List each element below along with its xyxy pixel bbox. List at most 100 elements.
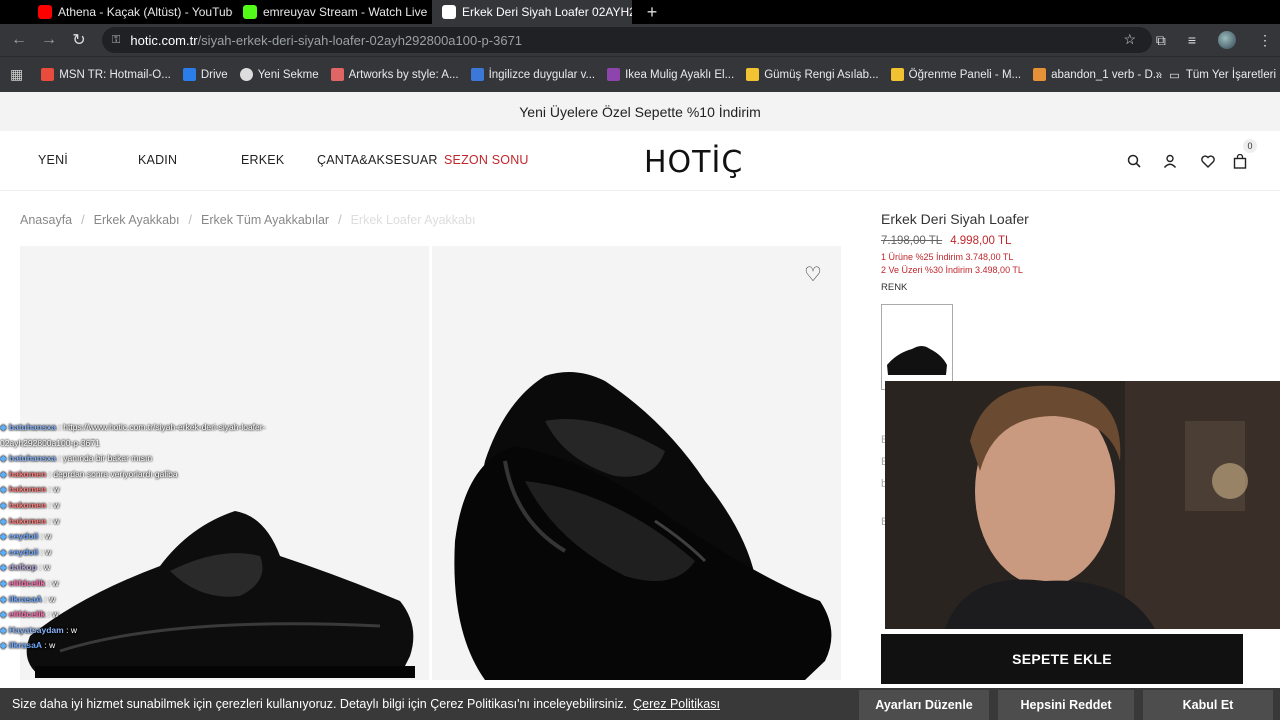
chat-username: elifdcelik bbox=[8, 609, 46, 620]
drive-icon bbox=[182, 68, 196, 81]
bookmarks-bar: ▦ MSN TR: Hotmail-O... Drive Yeni Sekme … bbox=[0, 56, 1280, 92]
kick-icon bbox=[243, 5, 257, 19]
browser-tab-youtube[interactable]: Athena - Kaçak (Altüst) - YouTube ✕ bbox=[28, 0, 233, 24]
youtube-icon bbox=[38, 5, 52, 19]
streamer-webcam-overlay bbox=[885, 381, 1280, 629]
apps-grid-icon[interactable]: ▦ bbox=[10, 66, 23, 83]
cookie-reject-button[interactable]: Hepsini Reddet bbox=[998, 690, 1134, 720]
reload-icon[interactable]: ↻ bbox=[64, 25, 94, 55]
chat-message: ◆ hakomen : w bbox=[0, 514, 310, 530]
new-tab-button[interactable]: + bbox=[640, 0, 664, 24]
chat-badge-icon: ◆ bbox=[0, 577, 9, 588]
chat-message: ◆ ceydoii : w bbox=[0, 545, 310, 561]
nav-item-yeni[interactable]: YENİ bbox=[38, 153, 68, 167]
chat-text: : yanında bir bakar mısın bbox=[58, 453, 153, 464]
extensions-icon[interactable]: ⧉ bbox=[1156, 32, 1166, 49]
wishlist-heart-icon[interactable]: ♡ bbox=[804, 262, 822, 287]
nav-item-canta-aksesuar[interactable]: ÇANTA&AKSESUAR bbox=[317, 153, 438, 167]
bookmark-label: Artworks by style: A... bbox=[348, 68, 459, 81]
add-to-cart-button[interactable]: SEPETE EKLE bbox=[881, 634, 1243, 684]
price-row: 7.198,00 TL 4.998,00 TL bbox=[881, 235, 1261, 247]
breadcrumb-item[interactable]: Anasayfa bbox=[20, 213, 72, 227]
chat-username: hakomen bbox=[8, 499, 47, 510]
user-icon[interactable] bbox=[1160, 151, 1180, 171]
chat-text: : w bbox=[47, 609, 59, 620]
heart-icon[interactable] bbox=[1198, 151, 1218, 171]
chat-badge-icon: ◆ bbox=[0, 640, 9, 651]
bookmark-item[interactable]: MSN TR: Hotmail-O... bbox=[41, 68, 171, 81]
chat-text: : https://www.hotic.com.tr/siyah-erkek-d… bbox=[58, 422, 266, 432]
cookie-accept-button[interactable]: Kabul Et bbox=[1143, 690, 1273, 720]
chat-username: hakomen bbox=[8, 468, 47, 479]
search-icon[interactable] bbox=[1124, 151, 1144, 171]
sale-price: 4.998,00 TL bbox=[950, 235, 1012, 247]
media-control-icon[interactable]: ≡ bbox=[1188, 32, 1196, 48]
bookmark-item[interactable]: Öğrenme Paneli - M... bbox=[890, 68, 1022, 81]
cookie-settings-button[interactable]: Ayarları Düzenle bbox=[859, 690, 989, 720]
bookmark-label: İngilizce duygular v... bbox=[488, 68, 596, 81]
chat-badge-icon: ◆ bbox=[0, 468, 9, 479]
profile-avatar[interactable] bbox=[1218, 31, 1236, 49]
chat-username: hakomen bbox=[8, 515, 47, 526]
breadcrumb-item[interactable]: Erkek Ayakkabı bbox=[94, 213, 180, 227]
bookmark-item[interactable]: abandon_1 verb - D... bbox=[1033, 68, 1162, 81]
chat-message: ◆ hakomen : deprdan sonra veriyorlardı g… bbox=[0, 467, 310, 483]
chat-username: batuhansxa bbox=[8, 422, 57, 432]
breadcrumb-separator: / bbox=[188, 213, 193, 227]
bookmarks-overflow-button[interactable]: » bbox=[1156, 69, 1162, 81]
bookmark-item[interactable]: Artworks by style: A... bbox=[330, 68, 459, 81]
chat-badge-icon: ◆ bbox=[0, 422, 9, 432]
chat-text: : w bbox=[44, 640, 56, 651]
bookmark-item[interactable]: İngilizce duygular v... bbox=[470, 68, 596, 81]
bookmark-item[interactable]: Gümüş Rengi Asılab... bbox=[746, 68, 879, 81]
chat-message: ◆ dafkop : w bbox=[0, 560, 310, 576]
chat-text: : w bbox=[48, 499, 60, 510]
chat-username: ilkrasaA bbox=[8, 593, 42, 604]
nav-item-erkek[interactable]: ERKEK bbox=[241, 153, 284, 167]
browser-menu-icon[interactable]: ⋮ bbox=[1258, 32, 1272, 49]
browser-tab-hotic[interactable]: Erkek Deri Siyah Loafer 02AYH2... ✕ bbox=[432, 0, 632, 24]
msn-icon bbox=[41, 68, 55, 81]
nav-item-kadin[interactable]: KADIN bbox=[138, 153, 177, 167]
breadcrumb-item[interactable]: Erkek Tüm Ayakkabılar bbox=[201, 213, 329, 227]
chat-badge-icon: ◆ bbox=[0, 453, 9, 464]
swatch-thumbnail bbox=[887, 346, 947, 375]
cookie-policy-link[interactable]: Çerez Politikası bbox=[633, 697, 720, 711]
bookmark-item[interactable]: Yeni Sekme bbox=[239, 68, 319, 81]
browser-tab-kick[interactable]: emreuyav Stream - Watch Live ✕ bbox=[233, 0, 430, 24]
discount-line-2: 2 Ve Üzeri %30 İndirim 3.498,00 TL bbox=[881, 265, 1023, 275]
chat-text: : w bbox=[47, 577, 59, 588]
chat-username: elifdcelik bbox=[8, 577, 46, 588]
chat-text: : w bbox=[66, 624, 77, 635]
chat-text: : deprdan sonra veriyorlardı galiba bbox=[48, 468, 178, 479]
product-image-pair[interactable] bbox=[445, 361, 840, 680]
hotic-favicon-icon bbox=[442, 5, 456, 19]
site-info-icon[interactable]: ⚿ bbox=[112, 34, 120, 47]
site-icon bbox=[890, 68, 904, 81]
site-logo[interactable]: HOTİÇ bbox=[644, 145, 743, 180]
nav-item-sezon-sonu[interactable]: SEZON SONU bbox=[444, 153, 529, 167]
chat-username: hakomen bbox=[8, 484, 47, 495]
product-info: Erkek Deri Siyah Loafer 7.198,00 TL 4.99… bbox=[881, 211, 1261, 293]
chat-message: ◆ elifdcelik : w bbox=[0, 576, 310, 592]
color-swatch-black[interactable] bbox=[881, 304, 953, 390]
all-bookmarks-folder[interactable]: ▭ Tüm Yer İşaretleri bbox=[1169, 68, 1276, 82]
chat-username: ilkrasaA bbox=[8, 640, 42, 651]
url-input[interactable]: ⚿ hotic.com.tr/siyah-erkek-deri-siyah-lo… bbox=[102, 27, 1152, 53]
bookmark-label: Drive bbox=[200, 68, 228, 81]
promo-banner: Yeni Üyelere Özel Sepette %10 İndirim bbox=[0, 92, 1280, 131]
promo-text: Yeni Üyelere Özel Sepette %10 İndirim bbox=[519, 103, 761, 120]
chat-badge-icon: ◆ bbox=[0, 499, 9, 510]
back-arrow-icon[interactable]: ← bbox=[4, 25, 34, 55]
chat-username: dafkop bbox=[8, 562, 37, 573]
url-host: hotic.com.tr bbox=[130, 32, 198, 48]
forward-arrow-icon[interactable]: → bbox=[34, 25, 64, 55]
chat-message: ◆ elifdcelik : w bbox=[0, 607, 310, 623]
bookmark-label: Öğrenme Paneli - M... bbox=[908, 68, 1022, 81]
bookmark-item[interactable]: Drive bbox=[182, 68, 228, 81]
bookmark-star-icon[interactable]: ☆ bbox=[1123, 31, 1136, 48]
site-header: YENİ KADIN ERKEK ÇANTA&AKSESUAR SEZON SO… bbox=[0, 131, 1280, 191]
bookmark-item[interactable]: Ikea Mulig Ayaklı El... bbox=[607, 68, 734, 81]
site-icon bbox=[1033, 68, 1047, 81]
shopping-bag-icon[interactable] bbox=[1230, 151, 1250, 171]
